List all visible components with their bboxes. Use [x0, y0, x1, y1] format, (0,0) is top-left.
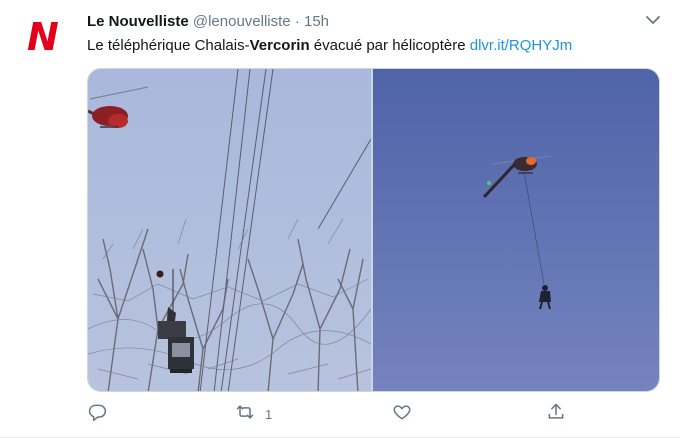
reply-icon — [87, 402, 107, 427]
photo-gondola-trees[interactable] — [88, 69, 371, 391]
tweet-text-part: Le téléphérique Chalais- — [87, 37, 250, 54]
share-icon — [546, 402, 566, 427]
le-nouvelliste-logo: N — [27, 15, 59, 59]
tweet-link[interactable]: dlvr.it/RQHYJm — [470, 37, 573, 54]
tweet-text: Le téléphérique Chalais-Vercorin évacué … — [87, 36, 572, 56]
media-grid — [87, 68, 660, 392]
share-button[interactable] — [546, 401, 566, 427]
separator-dot: · — [294, 13, 300, 30]
tweet-timestamp[interactable]: 15h — [304, 13, 329, 30]
retweet-count: 1 — [265, 406, 273, 422]
tweet-header: Le Nouvelliste @lenouvelliste · 15h — [87, 12, 329, 32]
avatar[interactable]: N — [25, 15, 65, 59]
tweet-card[interactable]: N Le Nouvelliste @lenouvelliste · 15h Le… — [0, 0, 680, 438]
chevron-down-icon[interactable] — [644, 11, 662, 29]
retweet-icon — [235, 402, 255, 427]
heart-icon — [392, 402, 412, 427]
tweet-text-bold: Vercorin — [249, 37, 310, 54]
retweet-button[interactable]: 1 — [235, 401, 272, 427]
tweet-text-part: évacué par hélicoptère — [309, 37, 470, 54]
author-handle[interactable]: @lenouvelliste — [193, 13, 291, 30]
reply-button[interactable] — [87, 401, 107, 427]
like-button[interactable] — [392, 401, 412, 427]
tweet-actions: 1 — [87, 401, 607, 427]
author-name[interactable]: Le Nouvelliste — [87, 13, 189, 30]
photo-helicopter-sky[interactable] — [373, 69, 659, 391]
